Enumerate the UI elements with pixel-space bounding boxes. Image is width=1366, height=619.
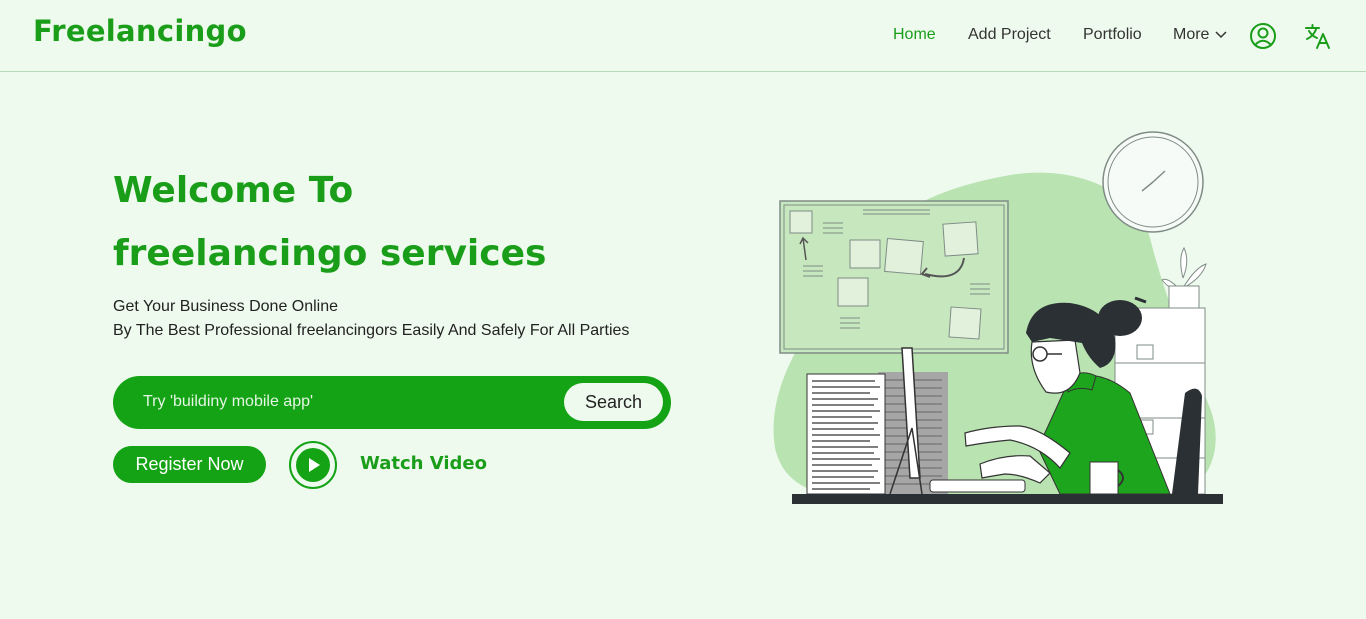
watch-video-link[interactable]: Watch Video — [360, 453, 487, 474]
paper-stack-light — [806, 373, 886, 495]
navbar: Freelancingo Home Add Project Portfolio … — [0, 0, 1366, 72]
potted-plant — [1161, 246, 1207, 309]
pin-board — [779, 200, 1009, 354]
nav-more-dropdown[interactable]: More — [1173, 26, 1227, 44]
brand-logo[interactable]: Freelancingo — [33, 14, 247, 48]
hero-title-line2: freelancingo services — [113, 233, 547, 274]
freelancer-illustration — [773, 131, 1223, 504]
user-circle-icon[interactable] — [1248, 21, 1278, 51]
register-now-button[interactable]: Register Now — [113, 446, 266, 483]
hero-title-line1: Welcome To — [113, 170, 354, 211]
play-video-button[interactable] — [289, 441, 337, 489]
nav-more-label: More — [1173, 26, 1210, 43]
wall-clock — [1102, 131, 1204, 233]
search-input[interactable] — [143, 389, 543, 415]
nav-add-project-link[interactable]: Add Project — [968, 26, 1051, 44]
search-button[interactable]: Search — [564, 383, 663, 421]
translate-icon[interactable] — [1303, 21, 1333, 51]
chevron-down-icon — [1215, 31, 1227, 39]
desk — [792, 494, 1223, 504]
keyboard — [929, 479, 1026, 493]
hero-subtitle-line1: Get Your Business Done Online — [113, 298, 339, 315]
hero-subtitle-line2: By The Best Professional freelancingors … — [113, 322, 630, 339]
search-bar: Search — [113, 376, 671, 429]
play-icon — [296, 448, 330, 482]
nav-home-link[interactable]: Home — [893, 26, 936, 44]
nav-portfolio-link[interactable]: Portfolio — [1083, 26, 1142, 44]
